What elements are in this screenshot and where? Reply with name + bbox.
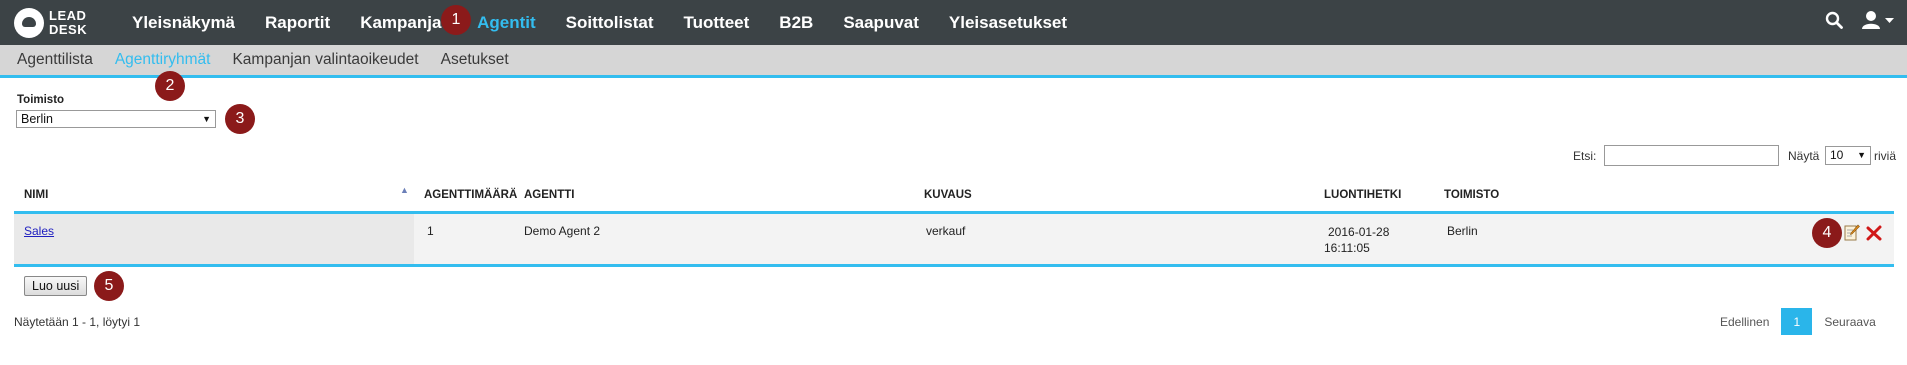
- previous-page-button[interactable]: Edellinen: [1720, 315, 1769, 329]
- leaddesk-logo[interactable]: LEAD DESK: [14, 6, 104, 40]
- marker-2: 2: [155, 71, 185, 101]
- table-header: NIMI ▲ AGENTTIMÄÄRÄ AGENTTI KUVAUS LUONT…: [14, 185, 1894, 214]
- row-office-cell: Berlin: [1447, 224, 1478, 238]
- page-length-value: 10: [1830, 148, 1844, 162]
- page-length-suffix: riviä: [1874, 149, 1897, 163]
- dropdown-arrow-icon: ▼: [202, 114, 211, 124]
- row-created-cell: 2016-01-28 16:11:05: [1324, 224, 1389, 256]
- column-header-agenttimaara[interactable]: AGENTTIMÄÄRÄ: [424, 189, 517, 201]
- column-header-nimi[interactable]: NIMI: [24, 189, 48, 201]
- search-input[interactable]: [1604, 145, 1779, 166]
- current-page-button[interactable]: 1: [1781, 308, 1813, 335]
- subnav-item-agenttilista[interactable]: Agenttilista: [17, 51, 93, 69]
- top-navigation-bar: LEAD DESK Yleisnäkymä Raportit Kampanjat…: [0, 0, 1907, 45]
- subnav-item-asetukset[interactable]: Asetukset: [441, 51, 509, 69]
- nav-item-agentit[interactable]: Agentit: [477, 13, 536, 33]
- office-filter-label: Toimisto: [17, 94, 65, 106]
- search-icon[interactable]: [1825, 11, 1843, 34]
- nav-item-soittolistat[interactable]: Soittolistat: [566, 13, 654, 33]
- office-select[interactable]: Berlin ▼: [16, 110, 216, 128]
- dropdown-arrow-icon: ▼: [1857, 150, 1866, 160]
- row-description-cell: verkauf: [926, 224, 966, 238]
- group-name-link[interactable]: Sales: [24, 224, 54, 238]
- subnav-item-agenttiryhmat[interactable]: Agenttiryhmät: [115, 51, 211, 69]
- column-header-toimisto[interactable]: TOIMISTO: [1444, 189, 1499, 201]
- marker-3: 3: [225, 104, 255, 134]
- search-label: Etsi:: [1573, 149, 1597, 163]
- column-header-kuvaus[interactable]: KUVAUS: [924, 189, 972, 201]
- nav-item-kampanjat[interactable]: Kampanjat: [360, 13, 447, 33]
- nav-item-raportit[interactable]: Raportit: [265, 13, 330, 33]
- row-created-date: 2016-01-28: [1328, 225, 1390, 239]
- office-select-value: Berlin: [21, 112, 53, 126]
- column-header-agentti[interactable]: AGENTTI: [524, 189, 574, 201]
- main-nav: Yleisnäkymä Raportit Kampanjat Agentit S…: [132, 0, 1097, 45]
- marker-5: 5: [94, 271, 124, 301]
- table-row: Sales 1 Demo Agent 2 verkauf 2016-01-28 …: [14, 214, 1894, 267]
- table-info: Näytetään 1 - 1, löytyi 1: [14, 315, 141, 329]
- page-length-select[interactable]: 10 ▼: [1825, 146, 1871, 165]
- row-actions: [1844, 224, 1882, 247]
- edit-icon[interactable]: [1844, 224, 1860, 247]
- marker-1: 1: [441, 5, 471, 35]
- nav-item-tuotteet[interactable]: Tuotteet: [684, 13, 750, 33]
- sort-ascending-icon[interactable]: ▲: [400, 185, 409, 195]
- nav-item-b2b[interactable]: B2B: [779, 13, 813, 33]
- nav-item-yleisnakyma[interactable]: Yleisnäkymä: [132, 13, 235, 33]
- logo-text-line1: LEAD: [49, 8, 87, 23]
- marker-4: 4: [1812, 218, 1842, 248]
- subnav-item-kampanjan-valintaoikeudet[interactable]: Kampanjan valintaoikeudet: [232, 51, 418, 69]
- logo-text-line2: DESK: [49, 22, 88, 37]
- row-agent-cell: Demo Agent 2: [524, 224, 601, 238]
- row-name-cell: Sales: [24, 224, 54, 238]
- pagination: Edellinen 1 Seuraava: [1720, 308, 1876, 335]
- row-count-cell: 1: [427, 224, 434, 238]
- delete-icon[interactable]: [1866, 225, 1882, 246]
- page-length-label: Näytä: [1788, 149, 1820, 163]
- sub-navigation-bar: Agenttilista Agenttiryhmät Kampanjan val…: [0, 45, 1907, 78]
- new-group-button[interactable]: Luo uusi: [24, 276, 88, 296]
- nav-item-saapuvat[interactable]: Saapuvat: [843, 13, 919, 33]
- row-created-time: 16:11:05: [1324, 241, 1370, 255]
- column-header-luontihetki[interactable]: LUONTIHETKI: [1324, 189, 1401, 201]
- nav-item-yleisasetukset[interactable]: Yleisasetukset: [949, 13, 1067, 33]
- user-menu-icon[interactable]: [1861, 10, 1895, 35]
- next-page-button[interactable]: Seuraava: [1824, 315, 1875, 329]
- headset-logo-icon: [14, 8, 44, 38]
